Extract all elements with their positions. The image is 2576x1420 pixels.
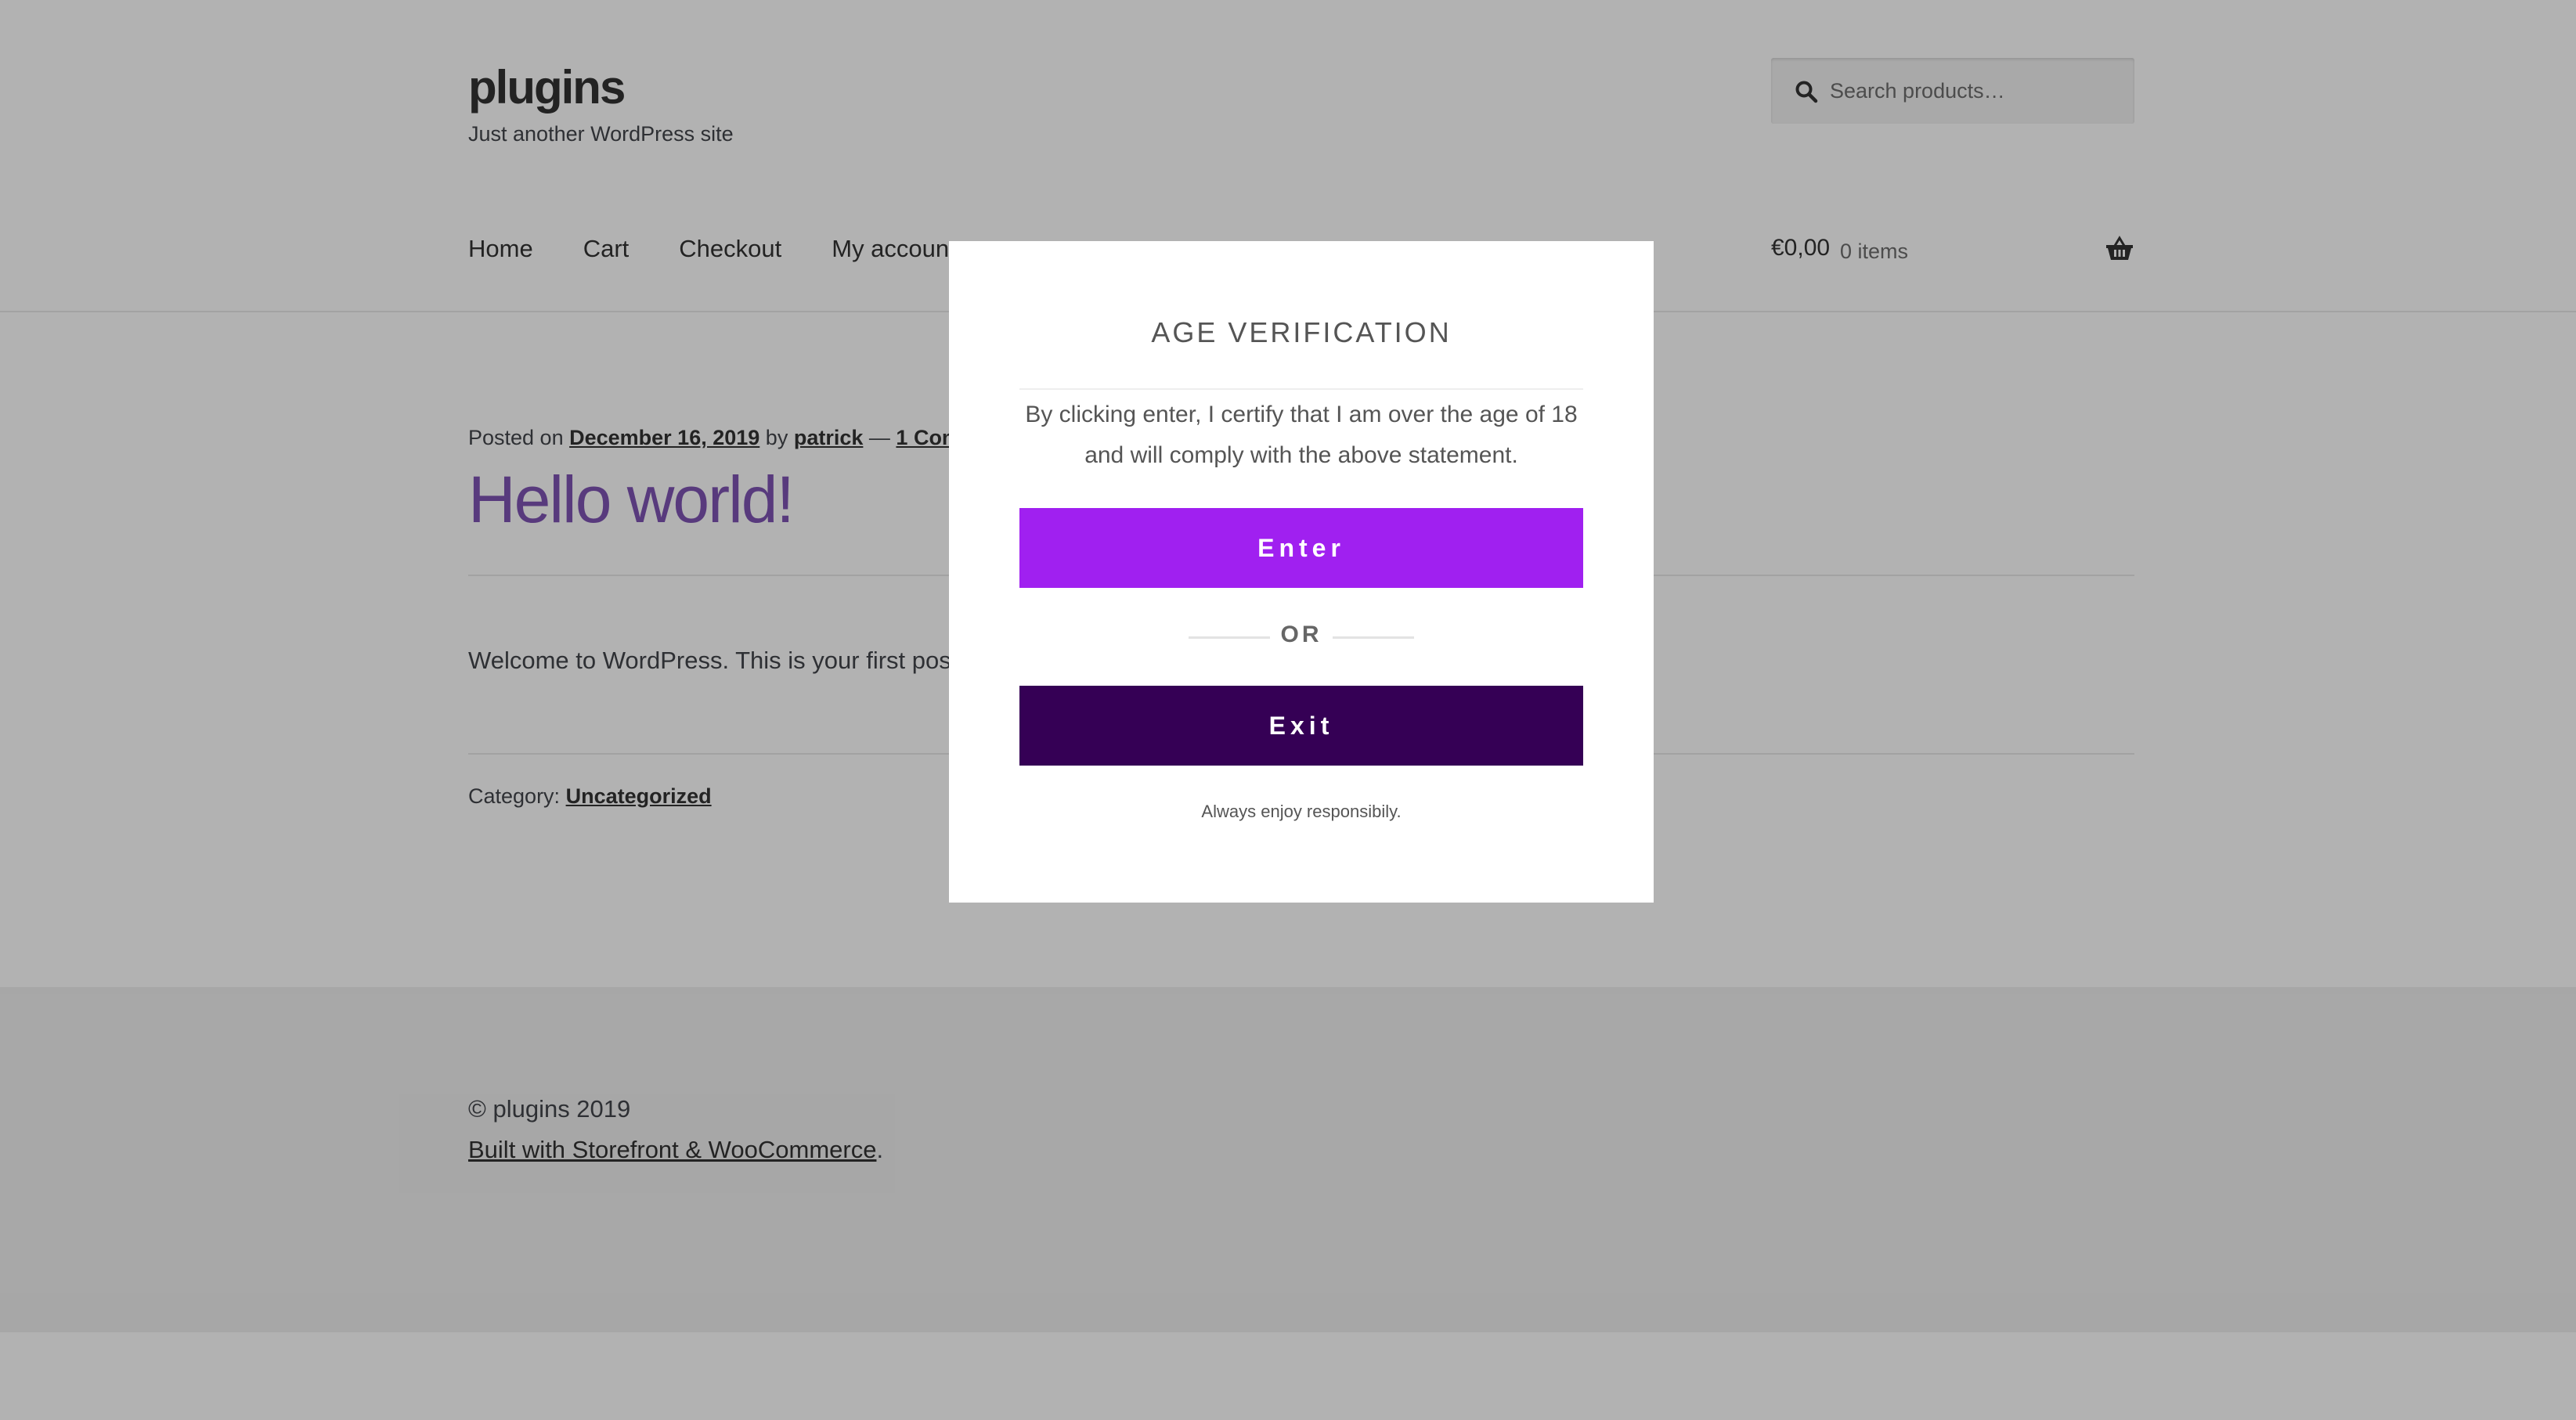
or-label: OR xyxy=(1280,622,1322,647)
modal-footnote: Always enjoy responsibily. xyxy=(1201,802,1402,821)
or-separator: OR xyxy=(949,622,1654,653)
modal-message: By clicking enter, I certify that I am o… xyxy=(1025,402,1578,468)
separator-line-left xyxy=(1189,636,1270,639)
modal-divider xyxy=(1019,388,1583,390)
enter-button[interactable]: Enter xyxy=(1019,508,1583,588)
modal-title: AGE VERIFICATION xyxy=(1151,316,1452,348)
exit-button[interactable]: Exit xyxy=(1019,686,1583,766)
separator-line-right xyxy=(1333,636,1414,639)
age-verification-modal: AGE VERIFICATION By clicking enter, I ce… xyxy=(949,241,1654,903)
